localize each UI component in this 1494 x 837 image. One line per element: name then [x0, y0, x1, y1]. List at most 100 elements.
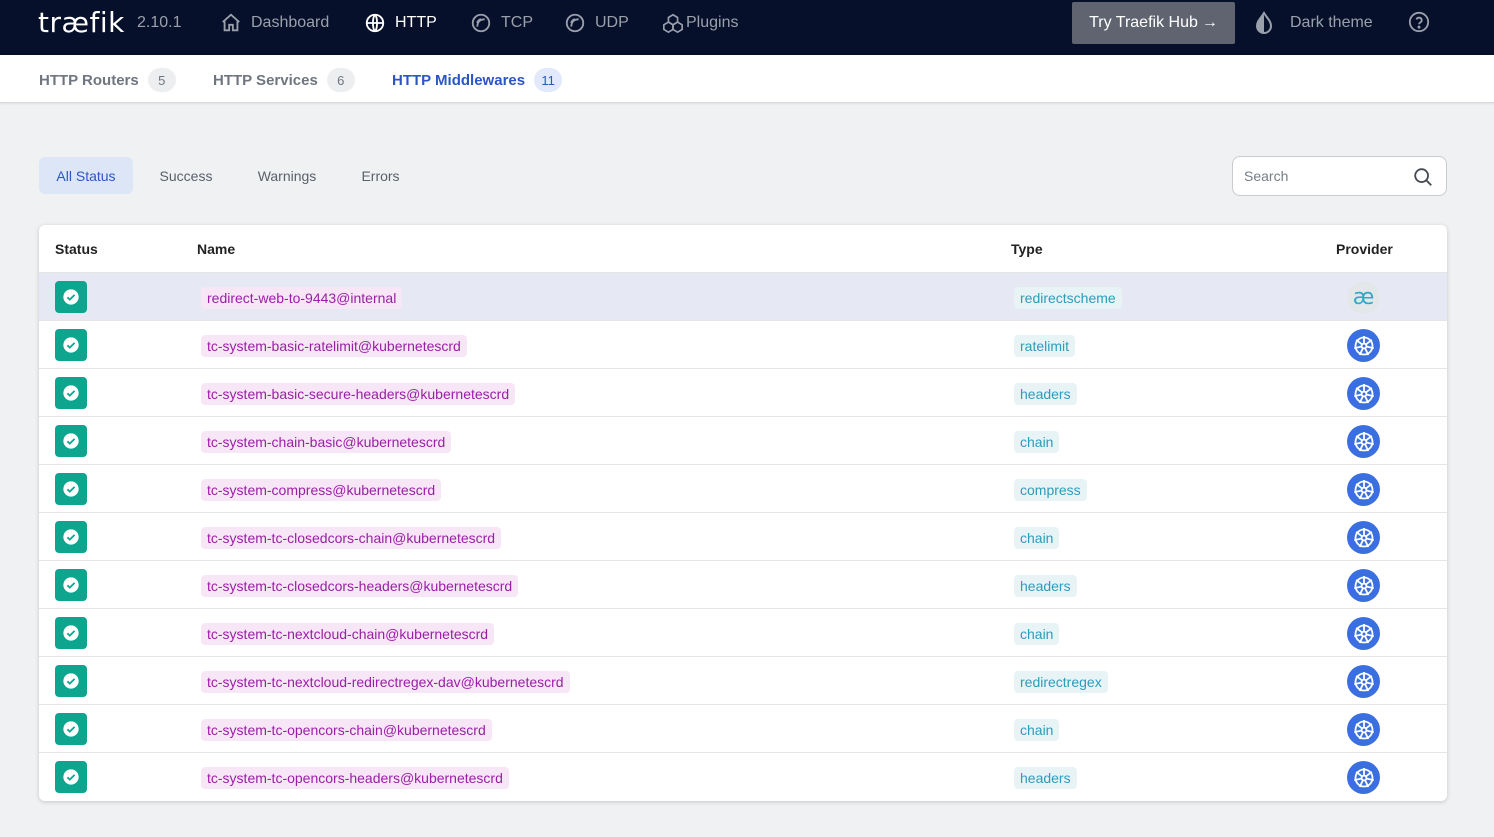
count-badge: 5: [147, 68, 176, 92]
count-badge: 6: [326, 68, 355, 92]
version-label: 2.10.1: [137, 14, 182, 31]
middleware-name: tc-system-tc-opencors-headers@kubernetes…: [201, 767, 509, 789]
nav-dashboard-label: Dashboard: [251, 14, 330, 31]
kubernetes-provider-icon: [1347, 521, 1380, 554]
middleware-name: tc-system-basic-secure-headers@kubernete…: [201, 383, 516, 405]
dark-theme-label: Dark theme: [1290, 14, 1373, 31]
middleware-name: tc-system-tc-nextcloud-chain@kubernetesc…: [201, 623, 495, 645]
nav-http[interactable]: HTTP: [364, 10, 437, 36]
middleware-type: chain: [1014, 527, 1060, 549]
table-header: Status Name Type Provider: [39, 225, 1447, 273]
middleware-type: headers: [1014, 383, 1077, 405]
dark-theme-toggle[interactable]: Dark theme: [1254, 10, 1373, 36]
sub-navbar: HTTP Routers 5 HTTP Services 6 HTTP Midd…: [0, 55, 1494, 103]
kubernetes-provider-icon: [1347, 473, 1380, 506]
success-status-icon: [55, 665, 87, 697]
column-name[interactable]: Name: [197, 241, 235, 257]
kubernetes-provider-icon: [1347, 329, 1380, 362]
middleware-type: headers: [1014, 575, 1077, 597]
tab-http-services[interactable]: HTTP Services 6: [213, 68, 355, 92]
tab-label: HTTP Services: [213, 71, 318, 89]
nav-http-label: HTTP: [395, 14, 437, 31]
success-status-icon: [55, 473, 87, 505]
success-status-icon: [55, 521, 87, 553]
middleware-type: redirectscheme: [1014, 287, 1122, 309]
try-traefik-hub-button[interactable]: Try Traefik Hub →: [1072, 2, 1235, 44]
kubernetes-provider-icon: [1347, 713, 1380, 746]
table-row[interactable]: tc-system-tc-opencors-chain@kubernetescr…: [39, 705, 1447, 753]
globe-icon: [365, 13, 385, 33]
search-box: [1232, 156, 1447, 196]
help-icon[interactable]: [1408, 11, 1430, 33]
kubernetes-provider-icon: [1347, 377, 1380, 410]
nav-udp-label: UDP: [595, 14, 629, 31]
column-status[interactable]: Status: [55, 241, 98, 257]
kubernetes-provider-icon: [1347, 425, 1380, 458]
search-icon[interactable]: [1412, 166, 1434, 188]
success-status-icon: [55, 425, 87, 457]
nav-udp[interactable]: UDP: [564, 10, 629, 36]
table-row[interactable]: tc-system-tc-closedcors-headers@kubernet…: [39, 561, 1447, 609]
middleware-name: tc-system-tc-opencors-chain@kubernetescr…: [201, 719, 492, 741]
column-type[interactable]: Type: [1011, 241, 1043, 257]
middleware-type: redirectregex: [1014, 671, 1108, 693]
home-icon: [222, 13, 240, 32]
middleware-name: tc-system-basic-ratelimit@kubernetescrd: [201, 335, 467, 357]
nav-plugins-label: Plugins: [686, 14, 739, 31]
tab-http-middlewares[interactable]: HTTP Middlewares 11: [392, 68, 563, 92]
filter-success[interactable]: Success: [146, 157, 226, 194]
table-row[interactable]: tc-system-tc-closedcors-chain@kubernetes…: [39, 513, 1447, 561]
filter-all-status[interactable]: All Status: [39, 157, 133, 194]
tab-http-routers[interactable]: HTTP Routers 5: [39, 68, 176, 92]
middleware-type: chain: [1014, 719, 1060, 741]
table-row[interactable]: tc-system-tc-nextcloud-redirectregex-dav…: [39, 657, 1447, 705]
middleware-type: chain: [1014, 431, 1060, 453]
filter-errors[interactable]: Errors: [348, 157, 413, 194]
middleware-name: tc-system-tc-closedcors-headers@kubernet…: [201, 575, 519, 597]
table-row[interactable]: tc-system-tc-opencors-headers@kubernetes…: [39, 753, 1447, 801]
table-row[interactable]: tc-system-basic-ratelimit@kubernetescrd r…: [39, 321, 1447, 369]
table-row[interactable]: redirect-web-to-9443@internal redirectsch…: [39, 273, 1447, 321]
nav-plugins[interactable]: Plugins: [662, 10, 738, 36]
success-status-icon: [55, 329, 87, 361]
tab-label: HTTP Middlewares: [392, 71, 526, 89]
filter-warnings[interactable]: Warnings: [240, 157, 334, 194]
success-status-icon: [55, 617, 87, 649]
column-provider[interactable]: Provider: [1336, 241, 1393, 257]
kubernetes-provider-icon: [1347, 665, 1380, 698]
middleware-type: headers: [1014, 767, 1077, 789]
top-navbar: træfik 2.10.1 Dashboard HTTP TCP UDP Plu…: [0, 0, 1494, 55]
middleware-name: redirect-web-to-9443@internal: [201, 287, 403, 309]
plugins-icon: [663, 13, 683, 34]
arrow-right-icon: →: [1201, 14, 1218, 31]
nav-tcp[interactable]: TCP: [470, 10, 533, 36]
tcp-icon: [471, 13, 491, 33]
success-status-icon: [55, 377, 87, 409]
tab-label: HTTP Routers: [39, 71, 139, 89]
middleware-name: tc-system-tc-nextcloud-redirectregex-dav…: [201, 671, 570, 693]
kubernetes-provider-icon: [1347, 617, 1380, 650]
udp-icon: [565, 13, 585, 33]
success-status-icon: [55, 761, 87, 793]
hub-button-label: Try Traefik Hub: [1089, 14, 1198, 31]
middleware-name: tc-system-tc-closedcors-chain@kubernetes…: [201, 527, 502, 549]
middleware-type: compress: [1014, 479, 1087, 501]
droplet-icon: [1255, 11, 1273, 34]
kubernetes-provider-icon: [1347, 569, 1380, 602]
middlewares-table: Status Name Type Provider redirect-web-t…: [39, 225, 1447, 801]
traefik-logo[interactable]: træfik: [38, 6, 125, 39]
table-row[interactable]: tc-system-compress@kubernetescrd compress: [39, 465, 1447, 513]
middleware-name: tc-system-compress@kubernetescrd: [201, 479, 442, 501]
kubernetes-provider-icon: [1347, 761, 1380, 794]
table-row[interactable]: tc-system-chain-basic@kubernetescrd chain: [39, 417, 1447, 465]
middleware-type: ratelimit: [1014, 335, 1076, 357]
success-status-icon: [55, 569, 87, 601]
table-row[interactable]: tc-system-basic-secure-headers@kubernete…: [39, 369, 1447, 417]
traefik-internal-provider-icon: æ: [1347, 281, 1380, 314]
nav-dashboard[interactable]: Dashboard: [220, 10, 329, 36]
count-badge: 11: [534, 68, 563, 92]
success-status-icon: [55, 713, 87, 745]
middleware-name: tc-system-chain-basic@kubernetescrd: [201, 431, 452, 453]
search-input[interactable]: [1244, 166, 1404, 186]
table-row[interactable]: tc-system-tc-nextcloud-chain@kubernetesc…: [39, 609, 1447, 657]
